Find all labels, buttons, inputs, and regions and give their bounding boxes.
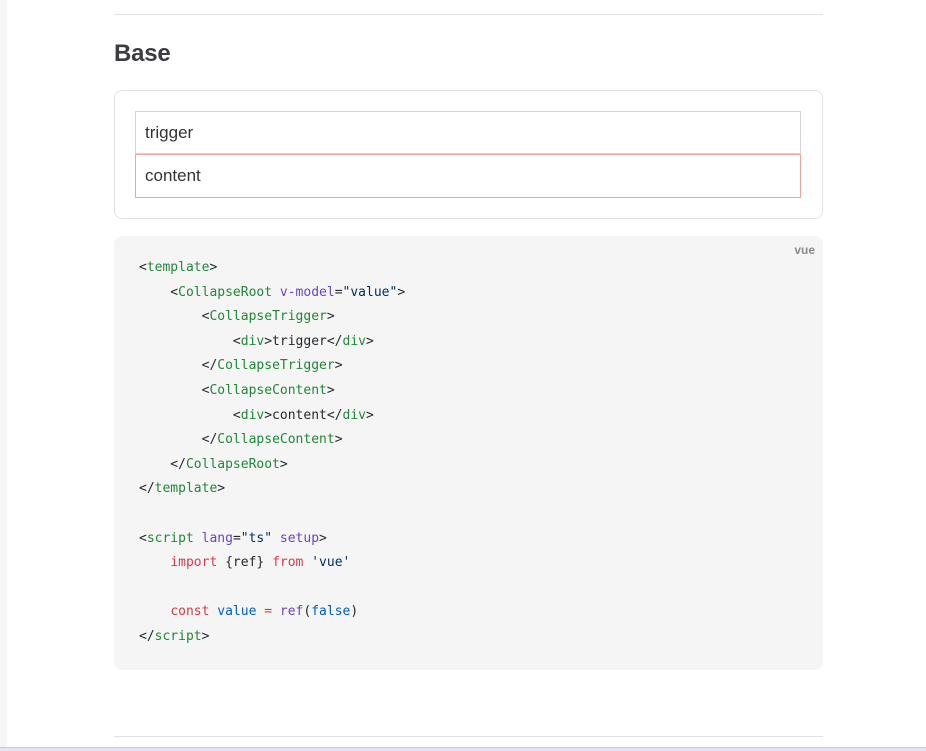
docs-page: Base trigger content vue <template> <Col…	[0, 0, 926, 751]
code-token: =	[264, 604, 273, 620]
code-token: from	[272, 555, 304, 571]
code-line: import {ref} from 'vue'	[139, 551, 405, 576]
code-token: >	[201, 628, 210, 644]
code-line: <CollapseContent>	[139, 379, 405, 404]
code-token: </	[139, 456, 186, 472]
code-token: >	[334, 432, 343, 448]
code-token: >	[209, 260, 218, 275]
code-token: div	[240, 407, 265, 423]
code-token: 'vue'	[311, 555, 351, 571]
code-token: value	[217, 604, 257, 620]
code-token: <	[139, 309, 210, 325]
collapse-content: content	[135, 154, 801, 198]
code-token: ref	[279, 604, 304, 620]
code-line: <template>	[139, 256, 405, 281]
code-line: </script>	[139, 625, 405, 650]
code-token: CollapseRoot	[185, 456, 280, 472]
code-token: div	[240, 333, 265, 349]
code-content[interactable]: <template> <CollapseRoot v-model="value"…	[139, 256, 405, 650]
code-token: "value"	[342, 284, 398, 300]
code-line: <CollapseRoot v-model="value">	[139, 281, 405, 306]
code-token: </	[139, 481, 155, 497]
code-token: lang	[201, 530, 233, 546]
code-token: >	[326, 309, 335, 325]
code-token: CollapseRoot	[178, 284, 273, 300]
code-token: >	[366, 407, 374, 423]
code-token: </	[139, 432, 218, 448]
collapse-trigger[interactable]: trigger	[135, 111, 801, 154]
code-token: <	[139, 284, 179, 300]
code-line: <CollapseTrigger>	[139, 305, 405, 330]
code-token: "ts"	[240, 530, 273, 546]
code-token: <	[139, 260, 147, 275]
code-token: div	[342, 407, 366, 423]
code-token: div	[342, 333, 366, 349]
code-token: <	[139, 530, 147, 546]
code-token: <	[139, 382, 210, 398]
code-token: >trigger</	[264, 333, 343, 349]
code-token: >	[217, 481, 226, 497]
code-line: </CollapseContent>	[139, 428, 405, 453]
section-divider-bottom	[114, 736, 823, 737]
window-bottom-edge	[0, 747, 926, 751]
code-token: </	[139, 628, 155, 644]
code-token: script	[146, 530, 194, 546]
code-token: {ref}	[217, 555, 273, 571]
code-line: </CollapseTrigger>	[139, 354, 405, 379]
code-token: <	[139, 333, 241, 349]
code-token: >	[319, 530, 327, 546]
code-line: </template>	[139, 477, 405, 502]
code-token: template	[154, 481, 218, 497]
code-token: =	[232, 530, 241, 546]
section-divider-top	[114, 14, 823, 15]
code-token: v-model	[279, 284, 335, 300]
code-token: script	[154, 628, 202, 644]
code-token: )	[350, 604, 359, 620]
code-line: <script lang="ts" setup>	[139, 527, 405, 552]
sidebar-edge	[0, 0, 7, 751]
code-token: >	[279, 456, 288, 472]
code-language-label: vue	[794, 243, 815, 257]
code-token: <	[139, 407, 241, 423]
code-token: >	[397, 284, 406, 300]
code-token: setup	[279, 530, 320, 546]
code-token: </	[139, 358, 218, 374]
code-line: <div>content</div>	[139, 404, 405, 429]
code-token: >	[326, 382, 335, 398]
code-token: CollapseTrigger	[209, 309, 327, 325]
code-token: =	[334, 284, 343, 300]
code-token: CollapseTrigger	[217, 358, 335, 374]
code-line: </CollapseRoot>	[139, 453, 405, 478]
code-line: <div>trigger</div>	[139, 330, 405, 355]
code-token: template	[146, 260, 210, 275]
code-token: CollapseContent	[217, 432, 335, 448]
code-token: false	[311, 604, 351, 620]
code-token: >	[366, 333, 374, 349]
code-line: const value = ref(false)	[139, 600, 405, 625]
code-block[interactable]: vue <template> <CollapseRoot v-model="va…	[114, 236, 823, 670]
demo-preview: trigger content	[114, 90, 823, 219]
code-token: import	[170, 555, 218, 571]
code-token: CollapseContent	[209, 382, 327, 398]
code-token: const	[170, 604, 210, 620]
section-title: Base	[114, 40, 171, 67]
code-token: >	[334, 358, 343, 374]
code-token: >content</	[264, 407, 343, 423]
